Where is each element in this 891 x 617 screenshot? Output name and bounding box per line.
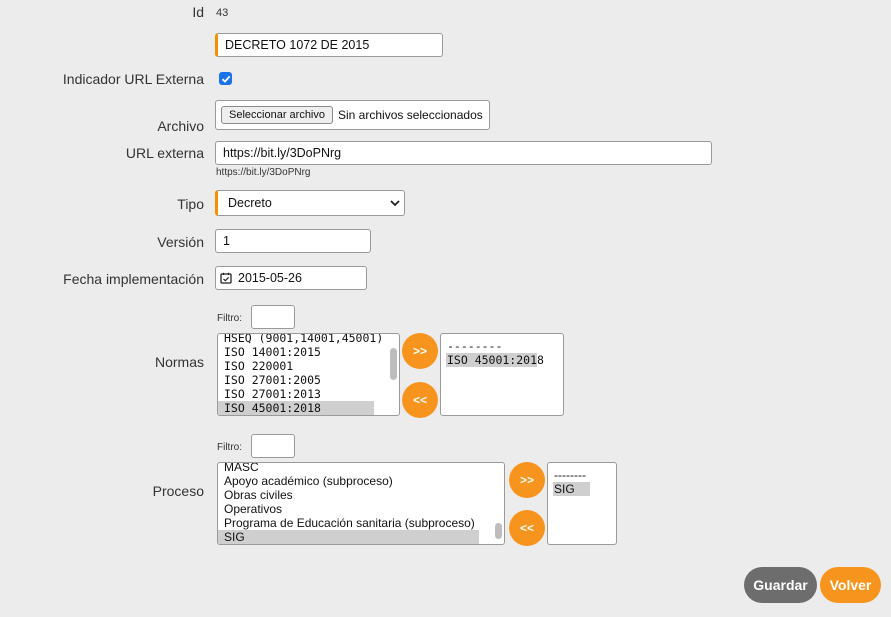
implementation-date-label: Fecha implementación bbox=[63, 271, 204, 287]
proceso-filter-input[interactable] bbox=[251, 434, 295, 458]
external-url-label: URL externa bbox=[125, 145, 204, 161]
version-value: 1 bbox=[223, 234, 230, 248]
name-input[interactable]: DECRETO 1072 DE 2015 bbox=[215, 33, 443, 57]
list-item[interactable]: ISO 220001 bbox=[218, 359, 399, 373]
list-item[interactable]: Operativos bbox=[218, 502, 504, 516]
normas-label: Normas bbox=[154, 354, 204, 370]
list-item[interactable]: -------- bbox=[441, 339, 563, 353]
list-item[interactable]: Programa de Educación sanitaria (subproc… bbox=[218, 516, 504, 530]
proceso-label: Proceso bbox=[152, 483, 204, 499]
list-item[interactable]: ISO 45001:2018 bbox=[446, 353, 544, 367]
back-button[interactable]: Volver bbox=[820, 567, 881, 603]
chevron-down-icon bbox=[390, 200, 400, 207]
proceso-chosen-list[interactable]: -------- SIG bbox=[547, 462, 617, 545]
version-input[interactable]: 1 bbox=[215, 229, 371, 253]
list-item[interactable]: SIG bbox=[553, 482, 590, 496]
external-url-indicator-label: Indicador URL Externa bbox=[62, 71, 204, 87]
type-select[interactable]: Decreto bbox=[215, 190, 405, 216]
proceso-add-button[interactable]: >> bbox=[509, 462, 545, 498]
implementation-date-input[interactable]: 2015-05-26 bbox=[215, 266, 367, 290]
list-item[interactable]: HSEQ (9001,14001,45001) bbox=[218, 334, 399, 345]
version-label: Versión bbox=[157, 234, 204, 250]
scrollbar[interactable] bbox=[495, 523, 502, 539]
normas-filter-label: Filtro: bbox=[217, 313, 242, 324]
type-selected-value: Decreto bbox=[228, 196, 272, 210]
normas-chosen-list[interactable]: -------- ISO 45001:2018 bbox=[440, 333, 564, 416]
list-item[interactable]: Obras civiles bbox=[218, 488, 504, 502]
list-item[interactable]: MASC bbox=[218, 463, 504, 474]
external-url-value: https://bit.ly/3DoPNrg bbox=[223, 146, 342, 160]
implementation-date-value: 2015-05-26 bbox=[238, 271, 302, 285]
calendar-check-icon[interactable] bbox=[220, 272, 232, 284]
check-icon bbox=[221, 75, 230, 83]
scrollbar[interactable] bbox=[390, 348, 397, 380]
list-item[interactable]: ISO 27001:2013 bbox=[218, 387, 399, 401]
list-item[interactable]: -------- bbox=[548, 468, 616, 482]
proceso-remove-button[interactable]: << bbox=[509, 510, 545, 546]
list-item[interactable]: SIG bbox=[218, 530, 479, 544]
type-label: Tipo bbox=[177, 196, 204, 212]
save-button[interactable]: Guardar bbox=[744, 567, 817, 603]
external-url-hint: https://bit.ly/3DoPNrg bbox=[216, 167, 311, 178]
proceso-filter-label: Filtro: bbox=[217, 442, 242, 453]
external-url-input[interactable]: https://bit.ly/3DoPNrg bbox=[215, 141, 712, 165]
list-item[interactable]: ISO 27001:2005 bbox=[218, 373, 399, 387]
normas-filter-input[interactable] bbox=[251, 305, 295, 329]
normas-add-button[interactable]: >> bbox=[402, 333, 438, 369]
list-item[interactable]: ISO 45001:2018 bbox=[218, 401, 374, 415]
id-label: Id bbox=[192, 4, 204, 20]
file-status: Sin archivos seleccionados bbox=[338, 108, 483, 122]
list-item[interactable]: ISO 14001:2015 bbox=[218, 345, 399, 359]
name-input-value: DECRETO 1072 DE 2015 bbox=[225, 38, 370, 52]
normas-available-list[interactable]: HSEQ (9001,14001,45001) ISO 14001:2015 I… bbox=[217, 333, 400, 416]
file-picker[interactable]: Seleccionar archivo Sin archivos selecci… bbox=[215, 100, 490, 130]
normas-remove-button[interactable]: << bbox=[402, 382, 438, 418]
proceso-available-list[interactable]: MASC Apoyo académico (subproceso) Obras … bbox=[217, 462, 505, 545]
list-item[interactable]: Apoyo académico (subproceso) bbox=[218, 474, 504, 488]
select-file-button[interactable]: Seleccionar archivo bbox=[221, 106, 333, 124]
file-label: Archivo bbox=[157, 118, 204, 134]
id-value: 43 bbox=[216, 7, 229, 19]
external-url-checkbox[interactable] bbox=[219, 72, 232, 85]
